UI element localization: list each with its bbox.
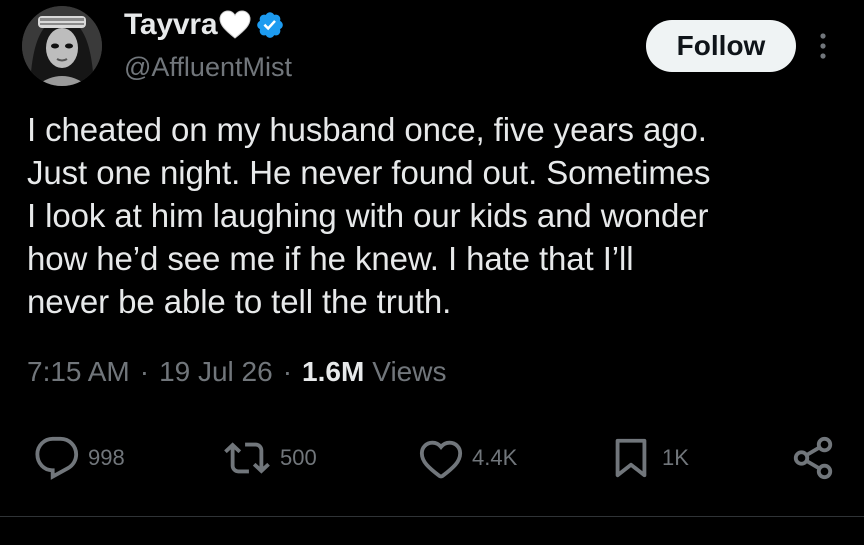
reply-icon <box>35 436 79 480</box>
tweet-card: Tayvra @AffluentMist Follow I cheated on… <box>0 0 864 545</box>
reply-button[interactable]: 998 <box>34 430 125 486</box>
reply-count: 998 <box>88 445 125 470</box>
views-label: Views <box>372 356 447 387</box>
views-count: 1.6M <box>302 356 365 387</box>
tweet-time[interactable]: 7:15 AM <box>27 356 130 388</box>
share-button[interactable] <box>790 430 836 486</box>
bookmark-button[interactable]: 1K <box>608 430 689 486</box>
like-count: 4.4K <box>472 445 518 470</box>
bookmark-icon <box>615 438 647 478</box>
repost-icon <box>224 442 270 474</box>
repost-count: 500 <box>280 445 317 470</box>
meta-separator: · <box>139 356 150 387</box>
repost-button[interactable]: 500 <box>222 430 317 486</box>
heart-icon <box>419 440 463 479</box>
author-handle[interactable]: @AffluentMist <box>124 52 292 83</box>
meta-separator: · <box>282 356 293 387</box>
like-button[interactable]: 4.4K <box>418 430 517 486</box>
tweet-text: I cheated on my husband once, five years… <box>27 111 711 320</box>
verified-badge-icon[interactable] <box>255 10 285 40</box>
more-options-icon[interactable] <box>812 28 834 64</box>
divider <box>0 516 864 517</box>
share-icon <box>793 436 833 480</box>
author-name-row: Tayvra <box>124 4 285 46</box>
tweet-meta: 7:15 AM · 19 Jul 26 · 1.6M Views <box>27 356 446 388</box>
white-heart-icon <box>219 10 251 40</box>
avatar[interactable] <box>22 6 102 86</box>
author-display-name[interactable]: Tayvra <box>124 8 218 42</box>
tweet-date[interactable]: 19 Jul 26 <box>159 356 273 388</box>
action-bar: 998 500 4.4K 1K <box>0 430 864 486</box>
follow-button[interactable]: Follow <box>646 20 796 72</box>
bookmark-count: 1K <box>662 445 689 470</box>
